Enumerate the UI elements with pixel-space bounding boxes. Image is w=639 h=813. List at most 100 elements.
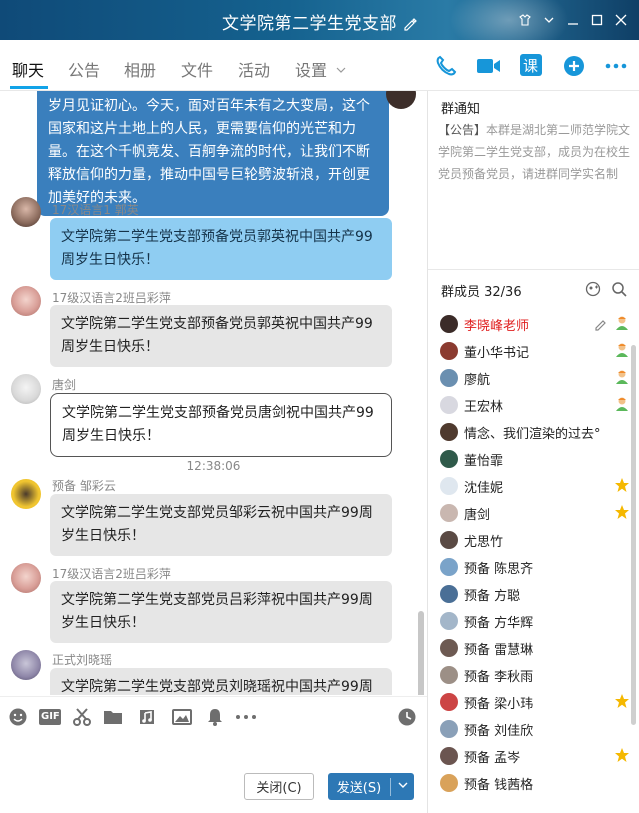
member-avatar — [440, 612, 458, 630]
message-sender: 17汉语言1 郭英 — [52, 203, 139, 217]
avatar[interactable] — [11, 479, 41, 509]
chat-message-area[interactable]: 岁月见证初心。今天，面对百年未有之大变局，这个国家和这片土地上的人民，更需要信仰… — [0, 91, 427, 695]
member-name: 李晓峰老师 — [464, 318, 530, 334]
member-item[interactable]: 唐剑 — [440, 502, 630, 524]
member-name: 沈佳妮 — [464, 480, 504, 496]
member-name: 预备 雷慧琳 — [464, 642, 534, 658]
emoji-icon[interactable] — [8, 707, 28, 727]
member-name: 预备 刘佳欣 — [464, 723, 534, 739]
scissors-icon[interactable] — [72, 707, 92, 727]
member-avatar — [440, 531, 458, 549]
member-item[interactable]: 预备 刘佳欣 — [440, 718, 630, 740]
member-avatar — [440, 342, 458, 360]
tab-activities[interactable]: 活动 — [238, 57, 270, 81]
member-item[interactable]: 预备 陈思齐 — [440, 556, 630, 578]
star-badge-icon — [614, 693, 630, 709]
member-item[interactable]: 李晓峰老师 — [440, 313, 630, 335]
chat-scrollbar[interactable] — [418, 611, 424, 695]
member-item[interactable]: 预备 钱茜格 — [440, 772, 630, 794]
member-item[interactable]: 预备 雷慧琳 — [440, 637, 630, 659]
member-list-scrollbar[interactable] — [631, 345, 636, 725]
send-button-label: 发送(S) — [336, 781, 382, 796]
more-dots-icon[interactable] — [234, 707, 258, 727]
member-avatar — [440, 774, 458, 792]
tab-settings-label: 设置 — [295, 61, 328, 80]
more-icon[interactable] — [604, 54, 628, 78]
edit-icon[interactable] — [594, 316, 608, 331]
member-item[interactable]: 董怡霏 — [440, 448, 630, 470]
member-name: 廖航 — [464, 372, 491, 388]
close-window-icon[interactable] — [609, 8, 633, 32]
avatar[interactable] — [11, 374, 41, 404]
member-tools — [585, 281, 627, 301]
tab-chat[interactable]: 聊天 — [12, 57, 44, 81]
member-name: 预备 陈思齐 — [464, 561, 534, 577]
member-avatar — [440, 720, 458, 738]
tab-files[interactable]: 文件 — [181, 57, 213, 81]
message-timestamp: 12:38:06 — [186, 459, 241, 473]
member-avatar — [440, 450, 458, 468]
search-icon[interactable] — [611, 281, 627, 301]
member-avatar — [440, 558, 458, 576]
avatar[interactable] — [11, 650, 41, 680]
member-name: 王宏林 — [464, 399, 504, 415]
member-avatar — [440, 747, 458, 765]
message-bubble: 文学院第二学生党支部党员刘晓瑶祝中国共产99周岁生日 — [50, 668, 392, 695]
music-icon[interactable] — [137, 707, 157, 727]
maximize-icon[interactable] — [585, 8, 609, 32]
invite-member-icon[interactable] — [585, 281, 601, 301]
video-icon[interactable] — [476, 54, 500, 78]
add-icon[interactable] — [562, 54, 586, 78]
message-bubble: 文学院第二学生党支部党员吕彩萍祝中国共产99周岁生日快乐！ — [50, 581, 392, 643]
send-button[interactable]: 发送(S) — [328, 773, 414, 800]
skin-icon[interactable] — [513, 8, 537, 32]
member-item[interactable]: 尤思竹 — [440, 529, 630, 551]
gif-icon[interactable]: GIF — [39, 707, 61, 727]
tab-album[interactable]: 相册 — [124, 57, 156, 81]
tab-settings[interactable]: 设置 — [295, 57, 346, 81]
send-options-chevron-icon[interactable] — [391, 780, 414, 793]
message-bubble: 文学院第二学生党支部党员邹彩云祝中国共产99周岁生日快乐！ — [50, 494, 392, 556]
message-bubble: 岁月见证初心。今天，面对百年未有之大变局，这个国家和这片土地上的人民，更需要信仰… — [37, 91, 389, 216]
message-bubble: 文学院第二学生党支部预备党员唐剑祝中国共产99周岁生日快乐！ — [50, 393, 392, 457]
history-clock-icon[interactable] — [397, 707, 417, 727]
folder-icon[interactable] — [103, 707, 123, 727]
message-sender: 17级汉语言2班吕彩萍 — [52, 291, 171, 305]
minimize-icon[interactable] — [561, 8, 585, 32]
member-item[interactable]: 预备 孟岑 — [440, 745, 630, 767]
member-item[interactable]: 预备 方聪 — [440, 583, 630, 605]
class-icon[interactable]: 课 — [520, 54, 544, 78]
bell-icon[interactable] — [205, 707, 225, 727]
member-item[interactable]: 预备 梁小玮 — [440, 691, 630, 713]
member-item[interactable]: 廖航 — [440, 367, 630, 389]
star-badge-icon — [614, 747, 630, 763]
member-name: 预备 方聪 — [464, 588, 521, 604]
tab-bar: 聊天 公告 相册 文件 活动 设置 课 — [0, 40, 639, 91]
member-item[interactable]: 预备 方华辉 — [440, 610, 630, 632]
dropdown-icon[interactable] — [537, 8, 561, 32]
member-avatar — [440, 693, 458, 711]
member-name: 董怡霏 — [464, 453, 504, 469]
avatar[interactable] — [11, 286, 41, 316]
input-area: GIF 关闭(C) 发送(S) — [0, 696, 427, 813]
edit-title-icon[interactable] — [403, 16, 417, 36]
member-item[interactable]: 王宏林 — [440, 394, 630, 416]
image-icon[interactable] — [172, 707, 192, 727]
phone-icon[interactable] — [434, 54, 458, 78]
member-item[interactable]: 预备 李秋雨 — [440, 664, 630, 686]
member-item[interactable]: 沈佳妮 — [440, 475, 630, 497]
notice-tag: 【公告】 — [438, 123, 487, 137]
active-tab-indicator — [10, 86, 48, 89]
member-item[interactable]: 董小华书记 — [440, 340, 630, 362]
member-item[interactable]: 情念、我们渲染的过去° — [440, 421, 630, 443]
close-button[interactable]: 关闭(C) — [244, 773, 314, 800]
member-avatar — [440, 477, 458, 495]
chevron-down-icon — [332, 61, 346, 80]
avatar[interactable] — [386, 91, 416, 109]
notice-body[interactable]: 【公告】本群是湖北第二师范学院文学院第二学生党支部，成员为在校生党员预备党员，请… — [438, 119, 634, 185]
gif-label: GIF — [41, 711, 60, 722]
avatar[interactable] — [11, 563, 41, 593]
avatar[interactable] — [11, 197, 41, 227]
member-name: 预备 李秋雨 — [464, 669, 534, 685]
tab-announcements[interactable]: 公告 — [68, 57, 100, 81]
